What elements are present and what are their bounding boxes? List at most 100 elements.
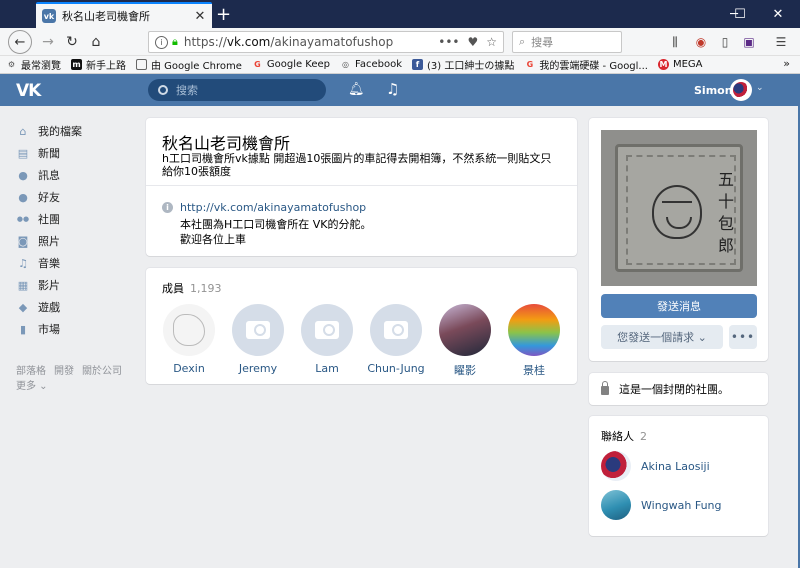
reload-icon[interactable]: ↻: [60, 30, 84, 54]
bookmark-item[interactable]: ◎ Facebook: [340, 59, 402, 70]
avatar: [508, 304, 560, 356]
news-icon: ▤: [17, 146, 29, 160]
lock-icon: 🔒︎: [172, 35, 178, 48]
footer-link-about[interactable]: 關於公司: [82, 366, 122, 377]
sidebar-item-videos[interactable]: ▦ 影片: [16, 274, 136, 296]
sidebar-item-market[interactable]: ▮ 市場: [16, 318, 136, 340]
page-body: ⌂ 我的檔案 ▤ 新聞 ● 訊息 ● 好友 ●● 社團 ◙ 照片 ♫ 音樂 ▦ 影片 ◆ 遊戲 ▮…: [0, 106, 800, 568]
bookmark-star-icon[interactable]: ☆: [486, 35, 497, 49]
vk-header: VK 搜索 🔔︎ ♫ Simon ⌄: [0, 74, 800, 106]
bell-icon[interactable]: 🔔︎: [348, 82, 365, 97]
member-item[interactable]: Lam: [296, 304, 358, 375]
request-sent-button[interactable]: 您發送一個請求 ⌄: [601, 325, 723, 349]
search-icon: [158, 85, 168, 95]
page-actions-icon[interactable]: •••: [438, 35, 459, 49]
member-item[interactable]: 矅影: [434, 304, 496, 378]
browser-navbar: ← → ↻ ⌂ i 🔒︎ https://vk.com/akinayamatof…: [0, 28, 800, 56]
bookmarks-bar: ⚙ 最常瀏覽 m 新手上路 由 Google Chrome G Google Keep…: [0, 56, 800, 74]
bookmark-item[interactable]: ⚙ 最常瀏覽: [6, 57, 61, 72]
sidebar-item-news[interactable]: ▤ 新聞: [16, 142, 136, 164]
members-count: 1,193: [190, 282, 222, 295]
vk-search-input[interactable]: 搜索: [148, 79, 326, 101]
members-card: 成員 1,193 Dexin Jeremy Lam Chun-Jung 矅影 景桂: [146, 268, 577, 384]
footer-link-dev[interactable]: 開發: [54, 366, 74, 377]
contacts-count: 2: [640, 430, 647, 443]
forward-icon[interactable]: →: [36, 30, 60, 54]
bookmark-item[interactable]: f (3) 工口紳士の據點: [412, 57, 514, 72]
send-message-button[interactable]: 發送消息: [601, 294, 757, 318]
contacts-card: 聯絡人 2 Akina Laosiji Wingwah Fung: [589, 416, 768, 536]
sidebar-item-photos[interactable]: ◙ 照片: [16, 230, 136, 252]
camera-placeholder-icon: [232, 304, 284, 356]
m-icon: m: [71, 59, 82, 70]
google-icon: G: [254, 60, 261, 69]
sidebar-item-friends[interactable]: ● 好友: [16, 186, 136, 208]
url-text[interactable]: https://vk.com/akinayamatofushop: [184, 35, 430, 49]
url-bar[interactable]: i 🔒︎ https://vk.com/akinayamatofushop ••…: [148, 31, 504, 53]
bookmark-item[interactable]: M MEGA: [657, 59, 703, 70]
gear-icon: ⚙: [7, 60, 16, 69]
google-icon: G: [526, 60, 534, 69]
camera-placeholder-icon: [301, 304, 353, 356]
member-item[interactable]: Dexin: [158, 304, 220, 375]
contact-item[interactable]: Wingwah Fung: [601, 490, 722, 520]
home-icon: ⌂: [19, 124, 27, 138]
avatar: [601, 490, 631, 520]
video-icon: ▦: [17, 278, 29, 292]
extension2-icon[interactable]: ▣: [740, 33, 758, 51]
chevron-more-icon[interactable]: »: [783, 57, 790, 70]
group-avatar-photo[interactable]: 五十包郎: [601, 130, 757, 286]
contact-item[interactable]: Akina Laosiji: [601, 451, 710, 481]
vk-favicon-icon: vk: [42, 9, 56, 23]
new-tab-icon[interactable]: +: [216, 4, 231, 25]
member-item[interactable]: Chun-Jung: [365, 304, 427, 375]
photo-handwriting: 五十包郎: [718, 170, 735, 255]
bookmark-item[interactable]: G 我的雲端硬碟 - Googl...: [524, 57, 648, 72]
message-icon: ●: [18, 168, 28, 182]
music-icon: ♫: [18, 256, 28, 270]
meme-face-drawing: [652, 185, 702, 239]
group-icon: ●●: [16, 215, 30, 223]
browser-search-input[interactable]: ⌕ 搜尋: [512, 31, 622, 53]
group-info-card: 秋名山老司機會所 h工口司機會所vk據點 開超過10張圖片的車記得去開相簿，不然…: [146, 118, 577, 256]
sidebar-item-music[interactable]: ♫ 音樂: [16, 252, 136, 274]
tab-title: 秋名山老司機會所: [62, 10, 150, 23]
info-icon[interactable]: i: [155, 35, 168, 49]
member-item[interactable]: 景桂: [503, 304, 565, 378]
market-icon: ▮: [19, 322, 27, 336]
sidebar-icon[interactable]: ▯: [716, 33, 734, 51]
home-icon[interactable]: ⌂: [84, 30, 108, 54]
music-note-icon[interactable]: ♫: [386, 80, 399, 98]
library-icon[interactable]: ⫼: [666, 33, 684, 51]
pocket-icon[interactable]: ♥: [467, 35, 478, 49]
bookmark-item[interactable]: G Google Keep: [252, 59, 330, 70]
friend-icon: ●: [18, 190, 28, 204]
chevron-down-icon[interactable]: ⌄: [756, 83, 764, 93]
member-item[interactable]: Jeremy: [227, 304, 289, 375]
bookmark-item[interactable]: m 新手上路: [71, 57, 126, 72]
user-name[interactable]: Simon: [694, 84, 733, 97]
vk-logo[interactable]: VK: [16, 81, 41, 101]
window-close-icon[interactable]: ✕: [756, 0, 800, 28]
menu-icon[interactable]: ☰: [772, 33, 790, 51]
more-actions-button[interactable]: •••: [729, 325, 757, 349]
globe-icon: ◎: [342, 60, 349, 69]
browser-tab[interactable]: vk 秋名山老司機會所 ✕: [36, 2, 212, 28]
lock-icon: [601, 380, 609, 395]
sidebar-item-profile[interactable]: ⌂ 我的檔案: [16, 120, 136, 142]
bookmark-item[interactable]: 由 Google Chrome: [136, 57, 242, 72]
sidebar-item-groups[interactable]: ●● 社團: [16, 208, 136, 230]
user-avatar[interactable]: [730, 79, 752, 101]
members-header[interactable]: 成員 1,193: [162, 280, 222, 296]
footer-more-link[interactable]: 更多 ⌄: [16, 379, 136, 394]
back-icon[interactable]: ←: [8, 30, 32, 54]
sidebar-item-games[interactable]: ◆ 遊戲: [16, 296, 136, 318]
group-website-link[interactable]: http://vk.com/akinayamatofushop: [180, 201, 366, 214]
sidebar-footer: 部落格 開發 關於公司 更多 ⌄: [16, 364, 136, 394]
avatar: [439, 304, 491, 356]
tab-close-icon[interactable]: ✕: [192, 9, 208, 24]
camera-icon: ◙: [17, 234, 29, 248]
extension-icon[interactable]: ◉: [692, 33, 710, 51]
sidebar-item-messages[interactable]: ● 訊息: [16, 164, 136, 186]
footer-link-blog[interactable]: 部落格: [16, 366, 46, 377]
